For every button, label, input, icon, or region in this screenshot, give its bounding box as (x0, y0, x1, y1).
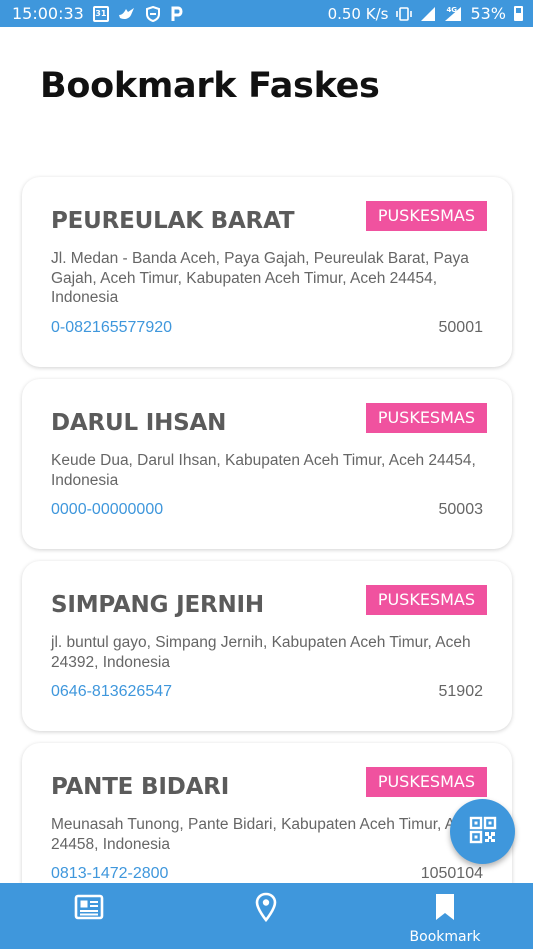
nav-item-map[interactable] (206, 883, 326, 949)
map-pin-icon (255, 892, 277, 926)
facility-phone-link[interactable]: 0000-00000000 (51, 501, 163, 519)
nav-item-bookmark[interactable]: Bookmark (385, 883, 505, 949)
facility-code: 50003 (438, 501, 484, 518)
status-bar: 15:00:33 31 0.50 K/s 4G 53% (0, 0, 533, 27)
facility-type-badge: PUSKESMAS (365, 201, 487, 231)
facility-phone-link[interactable]: 0646-813626547 (51, 683, 172, 701)
facility-type-badge: PUSKESMAS (365, 585, 487, 615)
facility-card[interactable]: DARUL IHSAN PUSKESMAS Keude Dua, Darul I… (22, 379, 512, 549)
shield-app-icon (145, 5, 161, 22)
facility-name: DARUL IHSAN (51, 410, 227, 436)
nav-label-bookmark: Bookmark (409, 929, 481, 945)
news-icon (74, 894, 104, 924)
bookmark-icon (434, 892, 456, 926)
bird-icon (118, 6, 136, 22)
facility-address: Meunasah Tunong, Pante Bidari, Kabupaten… (51, 816, 481, 853)
battery-level: 53% (470, 4, 506, 23)
nav-item-news[interactable] (29, 883, 149, 949)
facility-code: 1050104 (420, 865, 483, 882)
facility-address: Keude Dua, Darul Ihsan, Kabupaten Aceh T… (51, 452, 476, 489)
bottom-navigation: Bookmark (0, 883, 533, 949)
clock: 15:00:33 (12, 4, 84, 23)
facility-address: jl. buntul gayo, Simpang Jernih, Kabupat… (51, 634, 471, 671)
facility-phone-link[interactable]: 0-082165577920 (51, 319, 172, 337)
facility-card[interactable]: PEUREULAK BARAT PUSKESMAS Jl. Medan - Ba… (22, 177, 512, 367)
vibrate-icon (396, 6, 413, 22)
facility-card[interactable]: SIMPANG JERNIH PUSKESMAS jl. buntul gayo… (22, 561, 512, 731)
qr-code-icon (469, 816, 497, 848)
facility-phone-link[interactable]: 0813-1472-2800 (51, 865, 168, 883)
facility-type-badge: PUSKESMAS (365, 403, 487, 433)
signal-icon (420, 6, 436, 22)
net-speed: 0.50 K/s (327, 4, 389, 23)
scan-qr-button[interactable] (450, 799, 515, 864)
page-title: Bookmark Faskes (40, 66, 380, 106)
parking-icon (170, 6, 184, 22)
facility-address: Jl. Medan - Banda Aceh, Paya Gajah, Peur… (51, 250, 469, 306)
facility-name: SIMPANG JERNIH (51, 592, 264, 618)
signal-4g-icon: 4G (444, 6, 462, 22)
facility-code: 50001 (438, 319, 484, 336)
facility-type-badge: PUSKESMAS (365, 767, 487, 797)
facility-code: 51902 (438, 683, 484, 700)
battery-icon (514, 6, 523, 21)
calendar-icon: 31 (92, 5, 109, 22)
facility-name: PANTE BIDARI (51, 774, 230, 800)
network-type: 4G (446, 5, 458, 14)
facility-name: PEUREULAK BARAT (51, 208, 295, 234)
